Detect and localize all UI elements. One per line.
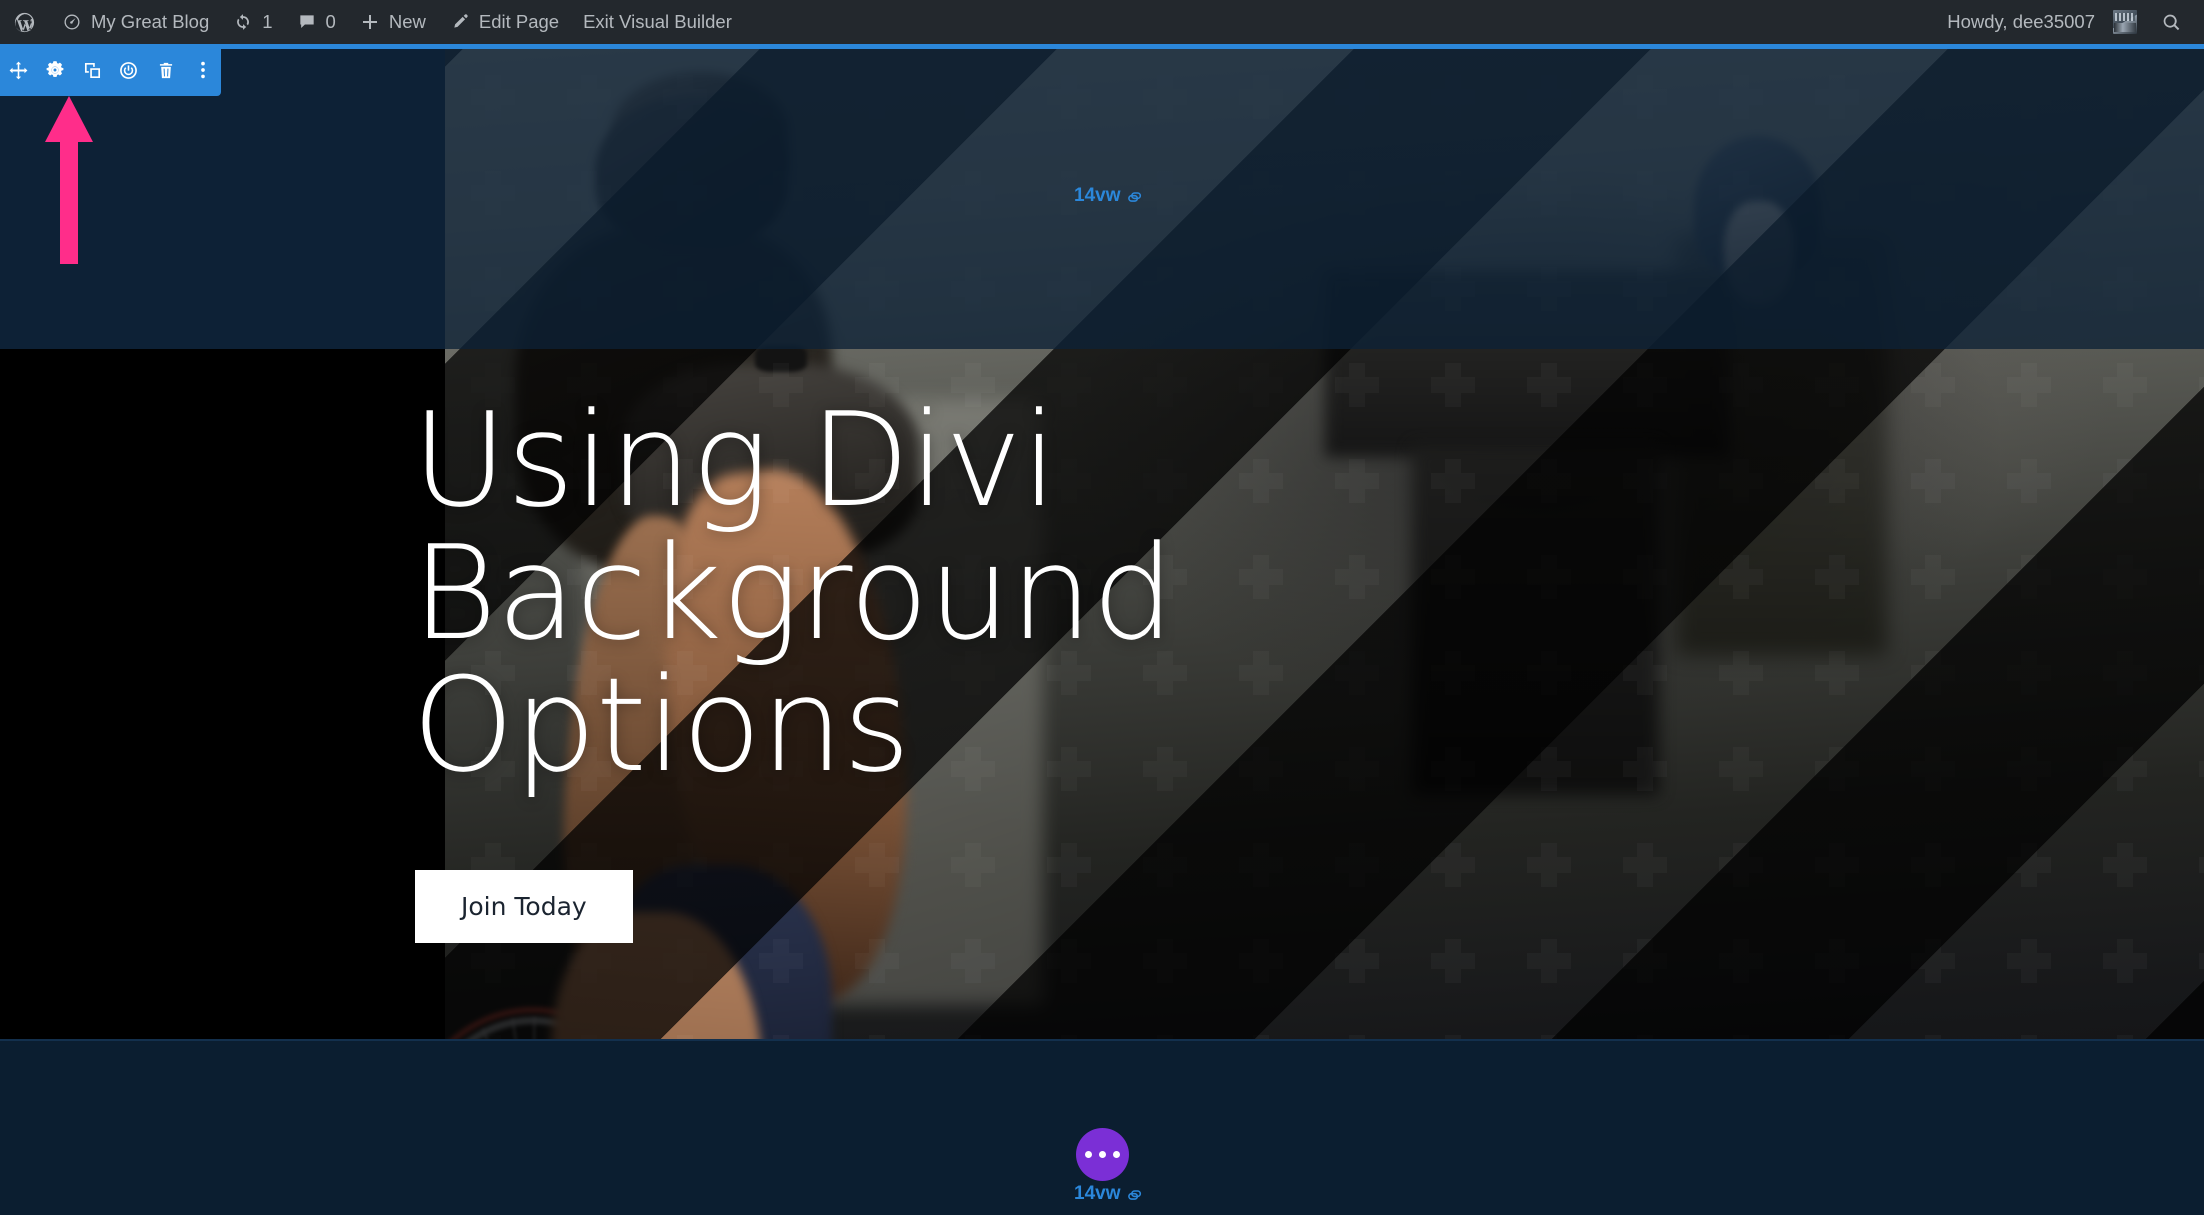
- duplicate-module-button[interactable]: [74, 44, 111, 96]
- move-arrows-icon: [8, 60, 29, 81]
- new-content-menu[interactable]: New: [348, 0, 438, 44]
- add-section-button[interactable]: [1076, 1128, 1129, 1181]
- updates-menu[interactable]: 1: [221, 0, 284, 44]
- delete-module-button[interactable]: [147, 44, 184, 96]
- gear-icon: [44, 59, 66, 81]
- wp-admin-bar: My Great Blog 1 0 New Edit Page Exit Vis…: [0, 0, 2204, 44]
- link-chain-icon: [1127, 187, 1146, 206]
- trash-icon: [156, 60, 176, 81]
- active-module-outline: [0, 44, 2204, 49]
- plus-icon: [360, 12, 380, 32]
- power-icon: [118, 60, 139, 81]
- responsive-hint-top[interactable]: 14vw: [1074, 185, 1146, 207]
- responsive-hint-bottom[interactable]: 14vw: [1074, 1183, 1146, 1205]
- site-name-label: My Great Blog: [91, 11, 210, 32]
- dashboard-speedometer-icon: [62, 12, 82, 32]
- link-chain-icon: [1127, 1185, 1146, 1204]
- edit-page-label: Edit Page: [478, 11, 560, 32]
- comments-count: 0: [325, 11, 336, 32]
- join-today-button[interactable]: Join Today: [415, 869, 633, 943]
- page-canvas: [0, 49, 2204, 1215]
- search-icon: [2161, 12, 2182, 33]
- duplicate-icon: [82, 60, 103, 81]
- vertical-dots-icon: [199, 59, 207, 81]
- wordpress-logo-icon: [13, 11, 36, 34]
- comment-bubble-icon: [297, 12, 317, 32]
- comments-menu[interactable]: 0: [285, 0, 348, 44]
- three-dots-icon: [1085, 1151, 1092, 1158]
- wordpress-logo-menu[interactable]: [0, 0, 50, 44]
- search-button[interactable]: [2149, 0, 2194, 44]
- more-options-button[interactable]: [184, 44, 221, 96]
- screen: My Great Blog 1 0 New Edit Page Exit Vis…: [0, 0, 2204, 1215]
- updates-refresh-icon: [233, 12, 253, 32]
- exit-visual-builder-label: Exit Visual Builder: [583, 11, 732, 32]
- new-content-label: New: [388, 11, 426, 32]
- responsive-hint-top-label: 14vw: [1074, 185, 1121, 206]
- pencil-edit-icon: [450, 12, 470, 32]
- howdy-label: Howdy, dee35007: [1947, 11, 2095, 32]
- exit-visual-builder-link[interactable]: Exit Visual Builder: [571, 0, 744, 44]
- disable-module-button[interactable]: [110, 44, 147, 96]
- site-name-menu[interactable]: My Great Blog: [50, 0, 221, 44]
- updates-count: 1: [262, 11, 273, 32]
- responsive-hint-bottom-label: 14vw: [1074, 1183, 1121, 1204]
- divi-module-toolbar: [0, 44, 221, 96]
- module-settings-button[interactable]: [37, 44, 74, 96]
- my-account-menu[interactable]: Howdy, dee35007: [1935, 0, 2149, 44]
- move-module-button[interactable]: [0, 44, 37, 96]
- edit-page-link[interactable]: Edit Page: [438, 0, 571, 44]
- admin-bar-left: My Great Blog 1 0 New Edit Page Exit Vis…: [0, 0, 744, 44]
- admin-bar-right: Howdy, dee35007: [1935, 0, 2204, 44]
- avatar: [2113, 10, 2137, 34]
